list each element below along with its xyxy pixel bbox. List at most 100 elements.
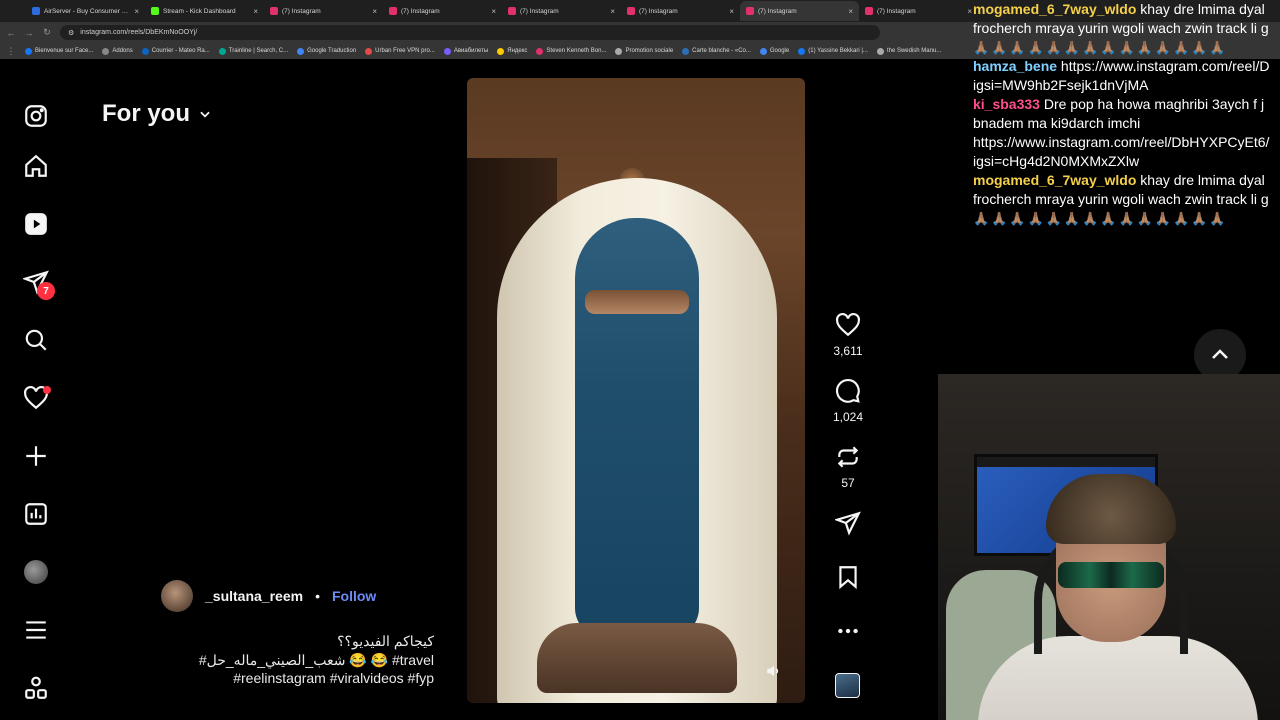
bookmark-item[interactable]: Urban Free VPN pro... [365,47,435,55]
bookmark-label: Urban Free VPN pro... [375,48,435,54]
reel-video[interactable] [467,78,805,703]
comment-count: 1,024 [832,410,864,424]
forward-icon[interactable]: → [24,28,34,38]
tab-close-icon[interactable]: × [372,7,377,16]
address-bar[interactable]: ⚙ instagram.com/reels/DbEKmNoOOYj/ [60,25,880,40]
browser-tab[interactable]: (7) Instagram × [740,1,859,21]
tab-close-icon[interactable]: × [729,7,734,16]
bookmark-item[interactable]: Авиабилеты [443,47,488,55]
bookmark-favicon-icon [798,47,806,55]
more-options-button[interactable] [826,618,870,644]
site-info-icon[interactable]: ⚙ [68,29,74,37]
tab-title: AirServer - Buy Consumer Lice [44,7,132,15]
browser-tab[interactable]: Stream - Kick Dashboard × [145,1,264,21]
chat-text: bnadem ma ki9darch imchi [973,115,1141,131]
reel-caption: كيجاكم الفيديو؟؟ #شعب_الصيني_ماله_حل 😂 😂… [150,632,434,688]
bookmark-item[interactable]: Carte blanche - «Co... [682,47,751,55]
chat-text: khay dre lmima dyal [1136,1,1265,17]
feed-selector[interactable]: For you [102,100,212,128]
tab-favicon-icon [270,7,278,15]
profile-avatar[interactable] [24,560,48,584]
bookmark-favicon-icon [759,47,767,55]
video-subject-eyes [585,290,689,314]
bookmark-favicon-icon [141,47,149,55]
tab-close-icon[interactable]: × [134,7,139,16]
browser-tab[interactable]: (7) Instagram × [502,1,621,21]
chat-username: ki_sba333 [973,96,1040,112]
bookmark-item[interactable]: Trainline | Search, C... [218,47,288,55]
tab-title: (7) Instagram [401,7,440,15]
bookmark-item[interactable]: Bienvenue sur Face... [25,47,94,55]
tab-close-icon[interactable]: × [848,7,853,16]
create-icon[interactable] [22,442,50,470]
webcam-overlay [938,374,1280,720]
bookmark-label: Carte blanche - «Co... [692,48,751,54]
tab-close-icon[interactable]: × [253,7,258,16]
bookmark-item[interactable]: Addons [102,47,133,55]
audio-thumbnail[interactable] [835,673,860,698]
bookmark-item[interactable]: Steven Kenneth Bon... [536,47,606,55]
caption-line: #شعب_الصيني_ماله_حل 😂 😂 #travel [198,651,434,668]
chat-text: https://www.instagram.com/reel/DbHYXPCyE… [973,134,1270,150]
bookmark-favicon-icon [218,47,226,55]
bookmark-item[interactable]: the Swedish Manu... [876,47,941,55]
instagram-sidebar: 7 [0,88,72,708]
apps-grid-icon[interactable]: ⋮ [6,46,16,57]
bookmark-item[interactable]: Яндекс [497,47,527,55]
bookmark-favicon-icon [102,47,110,55]
tab-close-icon[interactable]: × [491,7,496,16]
repost-button[interactable]: 57 [826,444,870,490]
chat-text: https://www.instagram.com/reel/D [1057,58,1270,74]
share-icon [835,511,861,536]
dashboard-icon[interactable] [22,500,50,528]
chat-text: igsi=cHg4d2N0MXMxZXlw [973,153,1140,169]
author-username[interactable]: _sultana_reem [205,588,303,604]
browser-tab[interactable]: AirServer - Buy Consumer Lice × [26,1,145,21]
tab-close-icon[interactable]: × [967,7,972,16]
bookmark-label: (1) Yassine Bekkari |... [808,48,868,54]
chat-text: Dre pop ha howa maghribi 3aych f j [1039,96,1265,112]
video-subject-hands [537,623,737,693]
heart-icon [836,312,860,337]
browser-tab[interactable]: (7) Instagram × [264,1,383,21]
tab-title: (7) Instagram [877,7,916,15]
menu-icon[interactable] [22,616,50,644]
author-separator: • [315,588,320,604]
search-icon[interactable] [22,326,50,354]
speaker-icon[interactable] [765,662,783,680]
follow-button[interactable]: Follow [332,588,376,604]
apps-icon[interactable] [22,674,50,702]
author-avatar[interactable] [161,580,193,612]
chevron-up-icon [1212,349,1228,359]
home-icon[interactable] [22,152,50,180]
tab-favicon-icon [508,7,516,15]
bookmark-favicon-icon [536,47,544,55]
bookmark-icon [839,566,857,590]
browser-tab[interactable]: (7) Instagram × [621,1,740,21]
bookmark-item[interactable]: Courrier - Mateo Ra... [141,47,210,55]
reload-icon[interactable]: ↻ [42,27,52,38]
comment-button[interactable]: 1,024 [826,378,870,424]
bookmark-label: Bienvenue sur Face... [35,48,94,54]
save-button[interactable] [826,564,870,590]
tab-close-icon[interactable]: × [610,7,615,16]
feed-title: For you [102,100,190,127]
bookmark-item[interactable]: (1) Yassine Bekkari |... [798,47,868,55]
browser-tab[interactable]: (7) Instagram × [859,1,978,21]
share-button[interactable] [826,510,870,536]
bookmark-favicon-icon [682,47,690,55]
reels-icon[interactable] [22,210,50,238]
instagram-logo-icon[interactable] [22,102,50,130]
browser-tab[interactable]: (7) Instagram × [383,1,502,21]
back-icon[interactable]: ← [6,28,16,38]
caption-hashtags[interactable]: #reelinstagram #viralvideos #fyp [150,669,434,688]
tab-favicon-icon [151,7,159,15]
bookmark-label: Google [769,48,790,54]
bookmark-item[interactable]: Google [759,47,790,55]
bookmark-item[interactable]: Google Traduction [297,47,357,55]
bookmark-item[interactable]: Promotion sociale [615,47,673,55]
tab-favicon-icon [746,7,754,15]
bookmark-label: Google Traduction [307,48,357,54]
chat-text: frocherch mraya yurin wgoli wach zwin tr… [973,191,1269,207]
like-button[interactable]: 3,611 [826,312,870,358]
